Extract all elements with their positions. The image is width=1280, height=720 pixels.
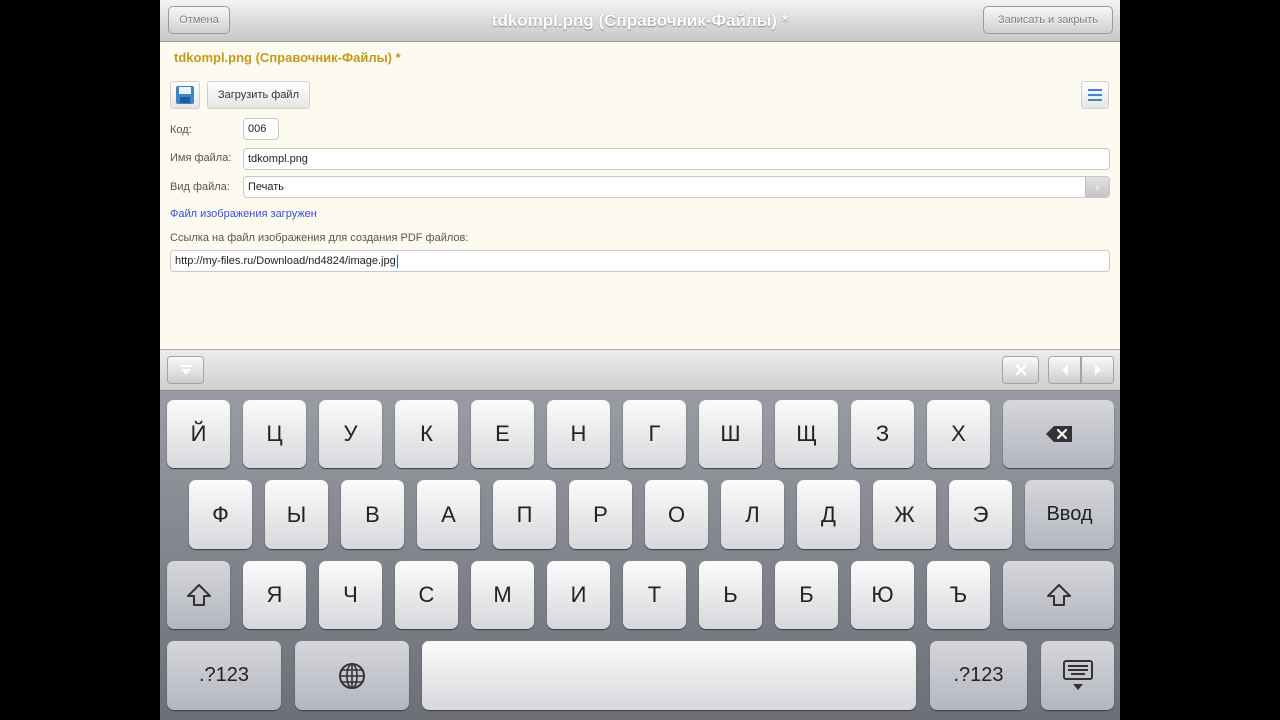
- chevron-right-icon: [1094, 365, 1101, 375]
- key[interactable]: М: [471, 561, 534, 629]
- screen: Отмена tdkompl.png (Справочник-Файлы) * …: [160, 0, 1120, 720]
- key[interactable]: З: [851, 400, 914, 468]
- key[interactable]: Ж: [873, 480, 936, 549]
- globe-icon: [339, 662, 365, 689]
- key[interactable]: Щ: [775, 400, 838, 468]
- image-url-value: http://my-files.ru/Download/nd4824/image…: [175, 255, 396, 267]
- key[interactable]: О: [645, 480, 708, 549]
- file-name-field[interactable]: tdkompl.png: [243, 148, 1110, 170]
- key[interactable]: А: [417, 480, 480, 549]
- key[interactable]: Б: [775, 561, 838, 629]
- hide-keyboard-button[interactable]: [167, 356, 204, 384]
- key[interactable]: Ц: [243, 400, 306, 468]
- key[interactable]: П: [493, 480, 556, 549]
- shift-icon: [186, 584, 211, 606]
- keyboard-accessory-bar: [160, 349, 1120, 391]
- shift-key-left[interactable]: [167, 561, 230, 629]
- key[interactable]: Н: [547, 400, 610, 468]
- backspace-key[interactable]: [1003, 400, 1114, 468]
- file-type-label: Вид файла:: [170, 181, 230, 193]
- nav-bar: Отмена tdkompl.png (Справочник-Файлы) * …: [160, 0, 1120, 42]
- key[interactable]: Й: [167, 400, 230, 468]
- cancel-button[interactable]: Отмена: [168, 6, 230, 34]
- key[interactable]: С: [395, 561, 458, 629]
- key[interactable]: Ъ: [927, 561, 990, 629]
- image-uploaded-link[interactable]: Файл изображения загружен: [170, 208, 317, 220]
- file-type-select[interactable]: Печать ›: [243, 176, 1110, 198]
- code-field[interactable]: 006: [243, 118, 279, 140]
- code-label: Код:: [170, 124, 192, 136]
- key[interactable]: В: [341, 480, 404, 549]
- hide-keyboard-icon: [179, 365, 192, 375]
- keyboard-dismiss-icon: [1062, 659, 1093, 690]
- chevron-right-icon[interactable]: ›: [1085, 177, 1109, 197]
- key[interactable]: И: [547, 561, 610, 629]
- key[interactable]: Г: [623, 400, 686, 468]
- key[interactable]: Ш: [699, 400, 762, 468]
- key[interactable]: Е: [471, 400, 534, 468]
- key[interactable]: У: [319, 400, 382, 468]
- key[interactable]: Ч: [319, 561, 382, 629]
- save-button[interactable]: [170, 81, 200, 109]
- key[interactable]: Ь: [699, 561, 762, 629]
- key[interactable]: К: [395, 400, 458, 468]
- numbers-key-left[interactable]: .?123: [167, 641, 281, 710]
- text-caret: [396, 254, 398, 268]
- key[interactable]: Ю: [851, 561, 914, 629]
- floppy-disk-icon: [176, 86, 194, 104]
- key[interactable]: Ы: [265, 480, 328, 549]
- clear-button[interactable]: [1002, 356, 1039, 384]
- key[interactable]: Д: [797, 480, 860, 549]
- chevron-left-icon: [1061, 365, 1068, 375]
- key[interactable]: Р: [569, 480, 632, 549]
- pdf-link-label: Ссылка на файл изображения для создания …: [170, 232, 469, 244]
- menu-icon: [1088, 89, 1102, 101]
- globe-key[interactable]: [295, 641, 409, 710]
- shift-icon: [1046, 584, 1071, 606]
- clear-icon: [1015, 364, 1026, 376]
- menu-button[interactable]: [1081, 81, 1109, 109]
- key[interactable]: Т: [623, 561, 686, 629]
- file-type-value: Печать: [248, 181, 285, 193]
- key[interactable]: Э: [949, 480, 1012, 549]
- form-heading: tdkompl.png (Справочник-Файлы) *: [174, 50, 401, 65]
- shift-key-right[interactable]: [1003, 561, 1114, 629]
- key[interactable]: Х: [927, 400, 990, 468]
- file-name-label: Имя файла:: [170, 152, 232, 164]
- numbers-key-right[interactable]: .?123: [930, 641, 1027, 710]
- key[interactable]: Я: [243, 561, 306, 629]
- next-field-button[interactable]: [1081, 356, 1114, 384]
- image-url-field[interactable]: http://my-files.ru/Download/nd4824/image…: [170, 250, 1110, 272]
- key[interactable]: Ф: [189, 480, 252, 549]
- window-title: tdkompl.png (Справочник-Файлы) *: [491, 11, 789, 30]
- backspace-icon: [1045, 426, 1072, 442]
- save-and-close-button[interactable]: Записать и закрыть: [983, 6, 1113, 34]
- space-key[interactable]: [422, 641, 916, 710]
- previous-field-button[interactable]: [1048, 356, 1081, 384]
- onscreen-keyboard: Й Ц У К Е Н Г Ш Щ З Х Ф Ы В А П Р О Л Д …: [160, 391, 1120, 720]
- upload-file-button[interactable]: Загрузить файл: [207, 81, 310, 109]
- enter-key[interactable]: Ввод: [1025, 480, 1114, 549]
- dismiss-keyboard-key[interactable]: [1041, 641, 1114, 710]
- key[interactable]: Л: [721, 480, 784, 549]
